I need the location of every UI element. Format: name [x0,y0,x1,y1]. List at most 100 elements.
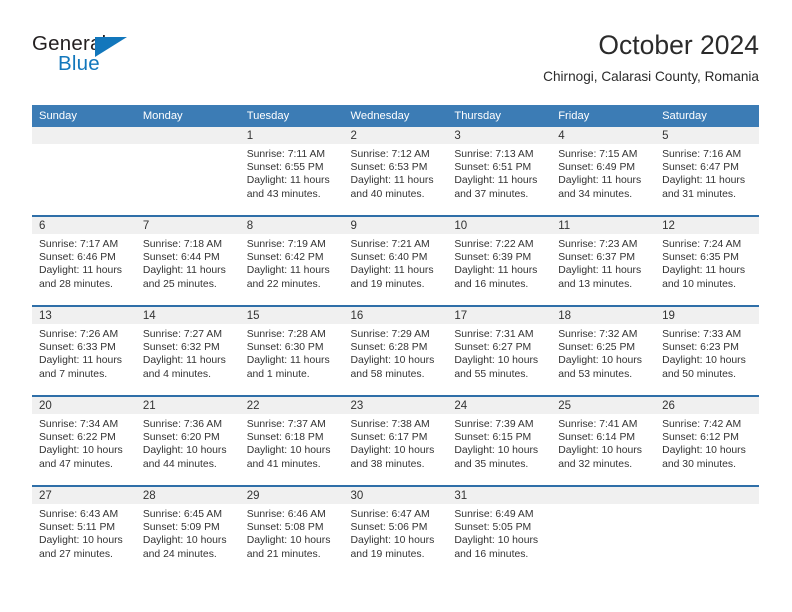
day-sun-info: Sunrise: 7:13 AM Sunset: 6:51 PM Daylight:… [447,144,551,201]
calendar-day-cell[interactable]: 9 Sunrise: 7:21 AM Sunset: 6:40 PM Daylight… [343,215,448,306]
sunset-time: Sunset: 6:44 PM [142,252,220,264]
calendar-day-cell[interactable]: 25 Sunrise: 7:41 AM Sunset: 6:14 PM Dayligh… [551,395,656,486]
daylight-duration-line1: Daylight: 10 hours [246,535,331,547]
calendar-day-cell[interactable]: 26 Sunrise: 7:42 AM Sunset: 6:12 PM Dayligh… [655,395,759,486]
calendar-day-cell-empty [32,127,136,216]
sunset-time: Sunset: 6:49 PM [558,162,636,174]
sunrise-time: Sunrise: 7:32 AM [558,329,638,340]
calendar-day-cell[interactable]: 4 Sunrise: 7:15 AM Sunset: 6:49 PM Daylight… [551,127,656,216]
daylight-duration-line2: and 37 minutes. [454,188,529,200]
day-number: 12 [655,217,759,234]
calendar-day-cell[interactable]: 21 Sunrise: 7:36 AM Sunset: 6:20 PM Dayligh… [135,395,240,486]
sunset-time: Sunset: 6:28 PM [350,342,428,354]
daylight-duration-line2: and 53 minutes. [558,368,633,380]
daylight-duration-line1: Daylight: 11 hours [246,175,330,187]
day-sun-info: Sunrise: 6:46 AM Sunset: 5:08 PM Daylight:… [240,504,344,561]
calendar-day-cell[interactable]: 10 Sunrise: 7:22 AM Sunset: 6:39 PM Dayligh… [447,215,552,306]
calendar-day-cell[interactable]: 11 Sunrise: 7:23 AM Sunset: 6:37 PM Dayligh… [551,215,656,306]
calendar-grid: Sunday Monday Tuesday Wednesday Thursday Frid… [32,105,759,575]
sunrise-time: Sunrise: 7:31 AM [454,329,534,340]
sunrise-time: Sunrise: 7:17 AM [39,239,119,250]
calendar-day-cell[interactable]: 17 Sunrise: 7:31 AM Sunset: 6:27 PM Dayligh… [447,305,552,396]
day-sun-info [655,504,759,508]
calendar-day-cell[interactable]: 22 Sunrise: 7:37 AM Sunset: 6:18 PM Dayligh… [239,395,344,486]
calendar-day-cell[interactable]: 20 Sunrise: 7:34 AM Sunset: 6:22 PM Dayligh… [32,395,136,486]
daylight-duration-line1: Daylight: 10 hours [662,355,746,367]
daylight-duration-line1: Daylight: 10 hours [246,445,331,457]
daylight-duration-line2: and 27 minutes. [39,548,113,560]
sunset-time: Sunset: 6:39 PM [454,252,532,264]
calendar-day-cell[interactable]: 14 Sunrise: 7:27 AM Sunset: 6:32 PM Dayligh… [135,305,240,396]
day-sun-info: Sunrise: 7:19 AM Sunset: 6:42 PM Daylight:… [240,234,344,291]
calendar-day-cell[interactable]: 1 Sunrise: 7:11 AM Sunset: 6:55 PM Daylight… [239,127,344,216]
calendar-day-cell[interactable]: 5 Sunrise: 7:16 AM Sunset: 6:47 PM Daylight… [655,127,759,216]
sunrise-time: Sunrise: 7:39 AM [454,419,534,430]
day-sun-info: Sunrise: 7:36 AM Sunset: 6:20 PM Daylight:… [136,414,240,471]
daylight-duration-line1: Daylight: 11 hours [558,175,642,187]
sunrise-time: Sunrise: 7:41 AM [558,419,638,430]
day-number: 5 [655,127,759,144]
calendar-day-cell[interactable]: 7 Sunrise: 7:18 AM Sunset: 6:44 PM Daylight… [135,215,240,306]
calendar-day-cell[interactable]: 15 Sunrise: 7:28 AM Sunset: 6:30 PM Dayligh… [239,305,344,396]
calendar-day-cell[interactable]: 28 Sunrise: 6:45 AM Sunset: 5:09 PM Dayligh… [135,485,240,575]
calendar-day-cell[interactable]: 6 Sunrise: 7:17 AM Sunset: 6:46 PM Daylight… [32,215,136,306]
sunrise-time: Sunrise: 7:22 AM [454,239,534,250]
day-number: 9 [343,217,448,234]
calendar-day-cell[interactable]: 3 Sunrise: 7:13 AM Sunset: 6:51 PM Daylight… [447,127,552,216]
sunset-time: Sunset: 6:46 PM [39,252,116,264]
day-number: 21 [135,397,240,414]
day-sun-info: Sunrise: 7:12 AM Sunset: 6:53 PM Daylight:… [344,144,448,201]
daylight-duration-line2: and 43 minutes. [246,188,321,200]
sunset-time: Sunset: 6:30 PM [246,342,324,354]
sunset-time: Sunset: 5:11 PM [39,522,116,534]
day-number: 7 [135,217,240,234]
day-sun-info: Sunrise: 6:49 AM Sunset: 5:05 PM Daylight:… [447,504,551,561]
day-number: 26 [655,397,759,414]
calendar-day-cell[interactable]: 19 Sunrise: 7:33 AM Sunset: 6:23 PM Dayligh… [655,305,759,396]
daylight-duration-line1: Daylight: 11 hours [350,265,434,277]
calendar-day-cell[interactable]: 31 Sunrise: 6:49 AM Sunset: 5:05 PM Dayligh… [447,485,552,575]
daylight-duration-line1: Daylight: 10 hours [350,535,435,547]
calendar-week-row: 13 Sunrise: 7:26 AM Sunset: 6:33 PM Dayligh… [32,305,759,396]
daylight-duration-line2: and 40 minutes. [350,188,425,200]
day-sun-info: Sunrise: 7:15 AM Sunset: 6:49 PM Daylight:… [551,144,655,201]
day-cell-inner: 8 Sunrise: 7:19 AM Sunset: 6:42 PM Daylight… [239,217,344,305]
day-cell-inner: 22 Sunrise: 7:37 AM Sunset: 6:18 PM Dayligh… [239,397,344,485]
brand-logo[interactable]: General Blue [32,32,182,88]
day-cell-inner: 6 Sunrise: 7:17 AM Sunset: 6:46 PM Daylight… [32,217,136,305]
calendar-day-cell[interactable]: 24 Sunrise: 7:39 AM Sunset: 6:15 PM Dayligh… [447,395,552,486]
calendar-day-cell[interactable]: 30 Sunrise: 6:47 AM Sunset: 5:06 PM Dayligh… [343,485,448,575]
day-cell-inner: 4 Sunrise: 7:15 AM Sunset: 6:49 PM Daylight… [551,127,656,215]
calendar-day-cell-empty [551,485,656,575]
day-number: 4 [551,127,656,144]
sunrise-time: Sunrise: 7:29 AM [350,329,430,340]
daylight-duration-line2: and 44 minutes. [142,458,217,470]
day-cell-inner: 21 Sunrise: 7:36 AM Sunset: 6:20 PM Dayligh… [135,397,240,485]
day-cell-inner: 30 Sunrise: 6:47 AM Sunset: 5:06 PM Dayligh… [343,487,448,575]
sunrise-time: Sunrise: 7:33 AM [662,329,742,340]
day-cell-inner: 19 Sunrise: 7:33 AM Sunset: 6:23 PM Dayligh… [655,307,759,395]
day-sun-info: Sunrise: 7:23 AM Sunset: 6:37 PM Daylight:… [551,234,655,291]
day-sun-info [32,144,136,148]
day-sun-info: Sunrise: 7:17 AM Sunset: 6:46 PM Daylight:… [32,234,136,291]
sunset-time: Sunset: 6:12 PM [662,432,739,444]
calendar-day-cell[interactable]: 12 Sunrise: 7:24 AM Sunset: 6:35 PM Dayligh… [655,215,759,306]
calendar-day-cell[interactable]: 16 Sunrise: 7:29 AM Sunset: 6:28 PM Dayligh… [343,305,448,396]
day-cell-inner: 18 Sunrise: 7:32 AM Sunset: 6:25 PM Dayligh… [551,307,656,395]
calendar-day-cell[interactable]: 23 Sunrise: 7:38 AM Sunset: 6:17 PM Dayligh… [343,395,448,486]
day-cell-inner [655,487,759,575]
calendar-day-cell[interactable]: 27 Sunrise: 6:43 AM Sunset: 5:11 PM Dayligh… [32,485,136,575]
daylight-duration-line2: and 24 minutes. [142,548,217,560]
calendar-day-cell[interactable]: 13 Sunrise: 7:26 AM Sunset: 6:33 PM Dayligh… [32,305,136,396]
brand-name-blue: Blue [58,52,100,75]
daylight-duration-line2: and 38 minutes. [350,458,425,470]
calendar-day-cell[interactable]: 2 Sunrise: 7:12 AM Sunset: 6:53 PM Daylight… [343,127,448,216]
daylight-duration-line1: Daylight: 11 hours [662,175,746,187]
calendar-day-cell[interactable]: 29 Sunrise: 6:46 AM Sunset: 5:08 PM Dayligh… [239,485,344,575]
sunrise-time: Sunrise: 6:49 AM [454,509,534,520]
calendar-day-cell[interactable]: 18 Sunrise: 7:32 AM Sunset: 6:25 PM Dayligh… [551,305,656,396]
sunrise-time: Sunrise: 7:38 AM [350,419,430,430]
calendar-day-cell[interactable]: 8 Sunrise: 7:19 AM Sunset: 6:42 PM Daylight… [239,215,344,306]
calendar-body: 1 Sunrise: 7:11 AM Sunset: 6:55 PM Daylight… [32,127,759,575]
day-number [655,487,759,504]
